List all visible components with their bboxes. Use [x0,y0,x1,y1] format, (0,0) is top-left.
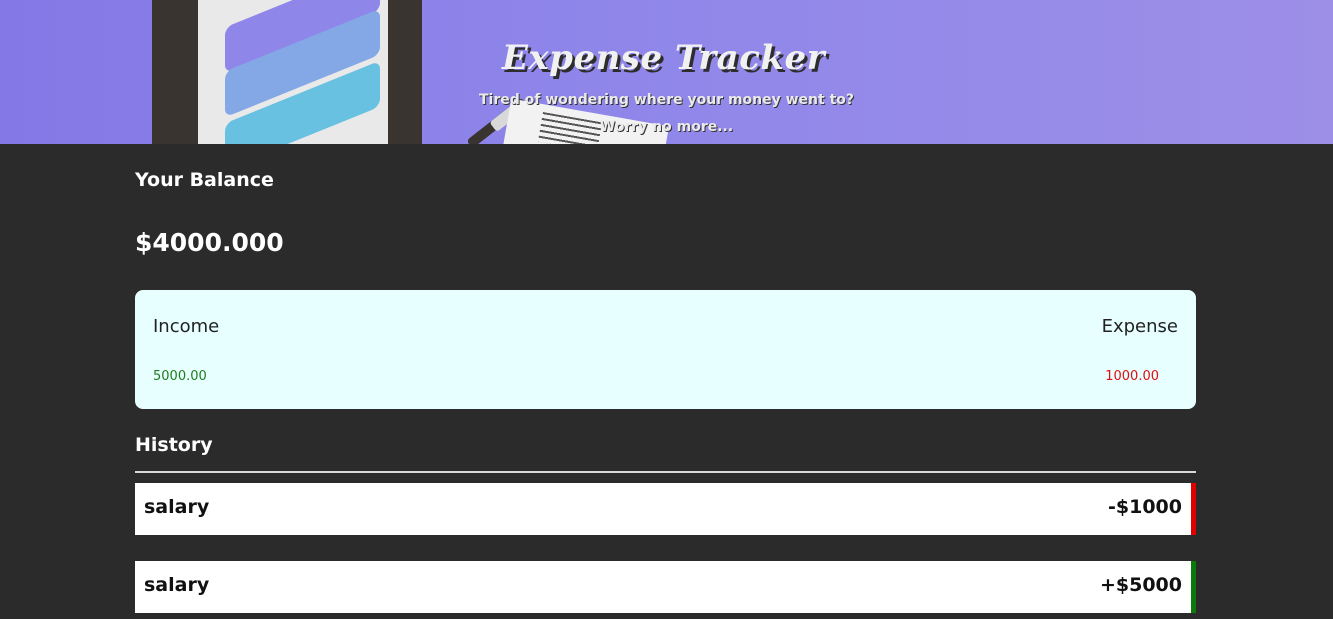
transaction-amount: -$1000 [1108,496,1182,518]
history-heading: History [135,434,213,456]
transaction-name: salary [144,574,210,596]
transaction-item[interactable]: salary +$5000 [135,561,1196,613]
income-label: Income [153,316,220,337]
transaction-name: salary [144,496,210,518]
transaction-item[interactable]: salary -$1000 [135,483,1196,535]
expense-value: 1000.00 [1105,369,1159,384]
balance-label: Your Balance [135,169,274,191]
income-value: 5000.00 [153,369,207,384]
expense-label: Expense [1101,316,1178,337]
hero-banner: Expense Tracker Tired of wondering where… [0,0,1333,144]
history-divider [135,471,1196,473]
app-title: Expense Tracker [502,38,825,78]
balance-value: $4000.000 [135,228,284,257]
transaction-amount: +$5000 [1099,574,1182,596]
hero-subtitle: Tired of wondering where your money went… [478,92,855,108]
hero-tagline: Worry no more... [599,119,734,135]
income-expense-card: Income 5000.00 Expense 1000.00 [135,290,1196,409]
